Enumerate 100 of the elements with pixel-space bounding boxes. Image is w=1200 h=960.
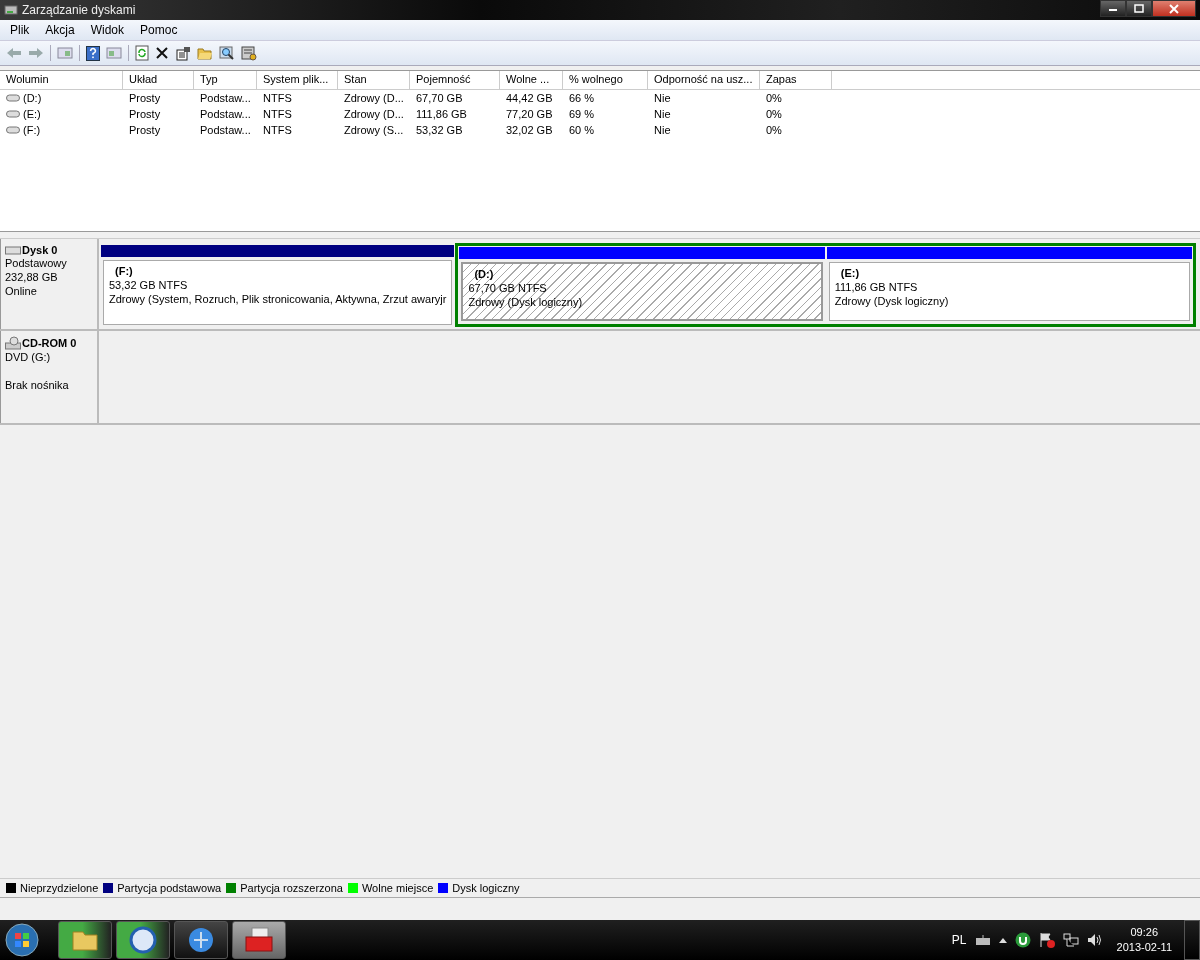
show-desktop-button[interactable] <box>1184 920 1200 960</box>
drive-icon <box>6 94 20 102</box>
magnifier-icon[interactable] <box>219 45 235 61</box>
partition-status: Zdrowy (Dysk logiczny) <box>834 294 950 308</box>
table-cell: 111,86 GB <box>416 108 467 120</box>
drive-icon <box>6 110 20 118</box>
window-title: Zarządzanie dyskami <box>22 3 136 17</box>
column-header[interactable]: % wolnego <box>563 71 648 89</box>
network-icon[interactable] <box>1062 933 1079 947</box>
disk-name: Dysk 0 <box>22 244 58 256</box>
table-cell: 0% <box>766 108 782 120</box>
disk-info: Brak nośnika <box>5 378 70 392</box>
table-cell: Zdrowy (S... <box>344 124 404 136</box>
disk-info: Online <box>5 284 38 298</box>
menu-item[interactable]: Akcja <box>37 23 83 37</box>
folder-icon <box>71 928 99 952</box>
menu-item[interactable]: Plik <box>2 23 38 37</box>
column-header[interactable]: Stan <box>338 71 410 89</box>
maximize-icon <box>1134 4 1144 13</box>
table-cell: Nie <box>654 124 671 136</box>
delete-icon[interactable] <box>155 46 169 60</box>
menu-item[interactable]: Widok <box>82 23 133 37</box>
table-cell: 0% <box>766 92 782 104</box>
table-cell: NTFS <box>263 92 292 104</box>
close-button[interactable] <box>1152 0 1196 17</box>
taskbar-button[interactable] <box>58 921 112 959</box>
column-header[interactable]: Układ <box>123 71 194 89</box>
taskbar-button[interactable] <box>116 921 170 959</box>
partition-label: (F:) <box>114 264 134 278</box>
torrent-icon[interactable] <box>1014 932 1031 948</box>
table-cell: NTFS <box>263 124 292 136</box>
table-cell: (E:) <box>23 108 41 120</box>
table-cell: 77,20 GB <box>506 108 553 120</box>
drive-icon <box>6 126 20 134</box>
column-header[interactable]: Pojemność <box>410 71 500 89</box>
table-cell: Zdrowy (D... <box>344 108 404 120</box>
table-cell: Prosty <box>129 92 161 104</box>
table-cell: Zdrowy (D... <box>344 92 404 104</box>
partition-label: (E:) <box>839 266 861 280</box>
disk-label-panel[interactable]: Dysk 0 Podstawowy 232,88 GB Online <box>0 239 99 329</box>
taskbar-button[interactable] <box>174 921 228 959</box>
table-cell: 44,42 GB <box>506 92 553 104</box>
table-cell: Podstaw... <box>200 108 251 120</box>
disk-name: CD-ROM 0 <box>22 337 77 349</box>
keyboard-icon[interactable] <box>974 934 991 946</box>
folder-icon[interactable] <box>197 46 213 60</box>
table-cell: NTFS <box>263 108 292 120</box>
language-indicator[interactable]: PL <box>951 933 967 947</box>
partition-status: Zdrowy (Dysk logiczny) <box>468 295 584 309</box>
table-cell: (F:) <box>23 124 41 136</box>
table-cell: (D:) <box>23 92 42 104</box>
menu-item[interactable]: Pomoc <box>132 23 186 37</box>
flag-icon[interactable] <box>1038 932 1055 948</box>
disk-label-panel[interactable]: CD-ROM 0 DVD (G:) Brak nośnika <box>0 331 99 423</box>
legend-label: Partycja rozszerzona <box>240 882 343 894</box>
start-button[interactable] <box>4 922 40 958</box>
table-cell: Prosty <box>129 124 161 136</box>
clock-date[interactable]: 2013-02-11 <box>1116 940 1172 955</box>
column-header[interactable]: Zapas <box>760 71 832 89</box>
settings-icon[interactable] <box>241 45 257 61</box>
disk-info: 232,88 GB <box>5 270 59 284</box>
partition-label: (D:) <box>473 267 495 281</box>
table-cell: 67,70 GB <box>416 92 463 104</box>
column-header[interactable]: Wolne ... <box>500 71 563 89</box>
partition-size: 67,70 GB NTFS <box>468 281 548 295</box>
table-cell: Prosty <box>129 108 161 120</box>
properties-icon[interactable] <box>175 45 191 61</box>
column-header[interactable]: Typ <box>194 71 257 89</box>
cd-drive-icon <box>5 336 21 350</box>
disk-info: DVD (G:) <box>5 350 52 364</box>
table-cell: 66 % <box>569 92 595 104</box>
legend-label: Wolne miejsce <box>361 882 434 894</box>
toolbox-icon <box>244 927 274 953</box>
column-header[interactable]: Wolumin <box>0 71 123 89</box>
refresh-icon[interactable] <box>135 45 149 61</box>
table-cell: Nie <box>654 92 671 104</box>
table-cell: 32,02 GB <box>506 124 553 136</box>
taskbar-button[interactable] <box>232 921 286 959</box>
speaker-icon[interactable] <box>1086 933 1103 947</box>
table-cell: Podstaw... <box>200 92 251 104</box>
clock-time[interactable]: 09:26 <box>1130 925 1159 940</box>
close-icon <box>1169 3 1179 14</box>
partition-size: 53,32 GB NTFS <box>109 278 189 292</box>
legend-label: Nieprzydzielone <box>20 882 99 894</box>
table-cell: Nie <box>654 108 671 120</box>
legend-label: Dysk logiczny <box>452 882 520 894</box>
column-header[interactable]: Odporność na usz... <box>648 71 760 89</box>
maximize-button[interactable] <box>1126 0 1152 17</box>
table-cell: 53,32 GB <box>416 124 463 136</box>
partition-status: Zdrowy (System, Rozruch, Plik stronicowania, Aktywna, Zrzut awaryjr <box>109 292 447 306</box>
tray-arrow-icon[interactable] <box>998 937 1007 943</box>
disk-management-icon <box>4 4 18 16</box>
partition-size: 111,86 GB NTFS <box>834 280 919 294</box>
legend-label: Partycja podstawowa <box>117 882 222 894</box>
minimize-button[interactable] <box>1100 0 1126 17</box>
table-cell: 60 % <box>569 124 595 136</box>
table-cell: 69 % <box>569 108 595 120</box>
column-header[interactable]: System plik... <box>257 71 338 89</box>
table-cell: 0% <box>766 124 782 136</box>
help-icon[interactable] <box>86 45 100 61</box>
